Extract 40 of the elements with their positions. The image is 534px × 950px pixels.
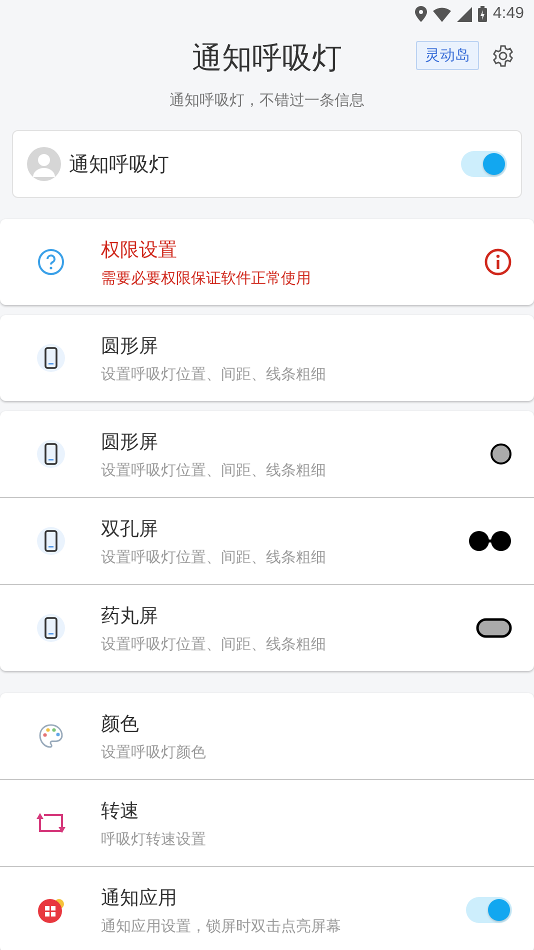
circle-cutout-icon: [490, 443, 512, 465]
question-icon: [36, 248, 64, 276]
phone-icon: [36, 343, 66, 373]
setting-title[interactable]: 药丸屏: [101, 602, 158, 628]
repeat-icon: [36, 812, 66, 834]
setting-title[interactable]: 权限设置: [101, 236, 177, 262]
setting-title[interactable]: 圆形屏: [101, 428, 158, 454]
setting-title[interactable]: 双孔屏: [101, 516, 158, 542]
pill-cutout-icon: [476, 618, 512, 638]
master-label: 通知呼吸灯: [69, 150, 170, 178]
island-tag[interactable]: 灵动岛: [416, 41, 479, 70]
settings-icon[interactable]: [491, 44, 515, 68]
page-subtitle: 通知呼吸灯，不错过一条信息: [170, 91, 364, 109]
info-icon: [484, 248, 512, 276]
setting-description: 呼吸灯转速设置: [101, 830, 206, 848]
palette-icon: [36, 722, 64, 750]
phone-icon: [36, 439, 66, 469]
setting-description: 需要必要权限保证软件正常使用: [101, 268, 311, 288]
setting-description: 通知应用设置，锁屏时双击点亮屏幕: [101, 916, 341, 936]
setting-description: 设置呼吸灯位置、间距、线条粗细: [101, 548, 326, 566]
signal-icon: [456, 6, 472, 22]
setting-title[interactable]: 通知应用: [101, 884, 177, 910]
toggle-switch[interactable]: [466, 897, 512, 923]
location-icon: [414, 6, 427, 22]
setting-description: 设置呼吸灯颜色: [101, 742, 206, 762]
phone-icon: [36, 526, 66, 556]
setting-description: 设置呼吸灯位置、间距、线条粗细: [101, 634, 326, 654]
setting-title[interactable]: 圆形屏: [101, 332, 158, 358]
setting-description: 设置呼吸灯位置、间距、线条粗细: [101, 460, 326, 480]
dual-hole-icon: [468, 530, 512, 552]
status-time: 4:49: [492, 5, 524, 23]
battery-icon: [478, 6, 487, 22]
phone-icon: [36, 613, 66, 643]
page-title: 通知呼吸灯: [192, 40, 342, 78]
toggle-switch[interactable]: [461, 151, 507, 177]
setting-title[interactable]: 颜色: [101, 710, 139, 736]
setting-title[interactable]: 转速: [101, 798, 139, 824]
setting-description: 设置呼吸灯位置、间距、线条粗细: [101, 364, 326, 384]
avatar-icon: [27, 147, 61, 181]
wifi-icon: [432, 6, 451, 22]
